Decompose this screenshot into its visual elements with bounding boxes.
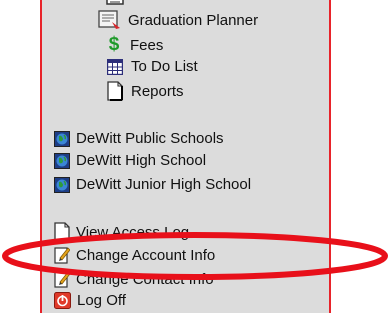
menu-item-to-do-list[interactable]: To Do List — [106, 58, 198, 75]
menu-label: Change Contact Info — [76, 270, 214, 288]
menu-label: DeWitt Junior High School — [76, 176, 252, 193]
menu-label: Reports — [131, 82, 184, 100]
graduation-planner-icon — [98, 10, 122, 30]
menu-label: DeWitt High School — [76, 152, 207, 169]
cropped-icon — [106, 0, 126, 6]
menu-label: DeWitt Public Schools — [76, 130, 224, 147]
edit-icon — [54, 270, 71, 288]
dollar-icon: $ — [108, 34, 120, 55]
menu-label: View Access Log — [76, 223, 190, 241]
globe-icon — [54, 176, 70, 193]
menu-item-log-off[interactable]: Log Off — [54, 292, 126, 309]
menu-label: Log Off — [77, 292, 126, 309]
menu-label: Fees — [130, 36, 164, 54]
menu-item-fees[interactable]: $ Fees — [106, 34, 164, 55]
menu-item-graduation-planner[interactable]: Graduation Planner — [98, 10, 258, 30]
calendar-grid-icon — [106, 58, 124, 75]
edit-icon — [54, 246, 71, 264]
menu-label: To Do List — [131, 58, 198, 75]
menu-item-change-contact-info[interactable]: Change Contact Info — [54, 270, 214, 288]
page-icon — [107, 81, 123, 101]
menu-item-change-account-info[interactable]: Change Account Info — [54, 246, 215, 264]
menu-item-reports[interactable]: Reports — [107, 81, 184, 101]
menu-item-view-access-log[interactable]: View Access Log — [54, 222, 189, 242]
globe-icon — [54, 130, 70, 147]
menu-label: Change Account Info — [76, 246, 216, 264]
globe-icon — [54, 152, 70, 169]
menu-item-dewitt-junior-high-school[interactable]: DeWitt Junior High School — [54, 176, 251, 193]
menu-item-dewitt-public-schools[interactable]: DeWitt Public Schools — [54, 130, 224, 147]
power-icon — [54, 292, 71, 309]
menu-label: Graduation Planner — [128, 11, 259, 29]
menu-item-dewitt-high-school[interactable]: DeWitt High School — [54, 152, 206, 169]
page-icon — [54, 222, 70, 242]
